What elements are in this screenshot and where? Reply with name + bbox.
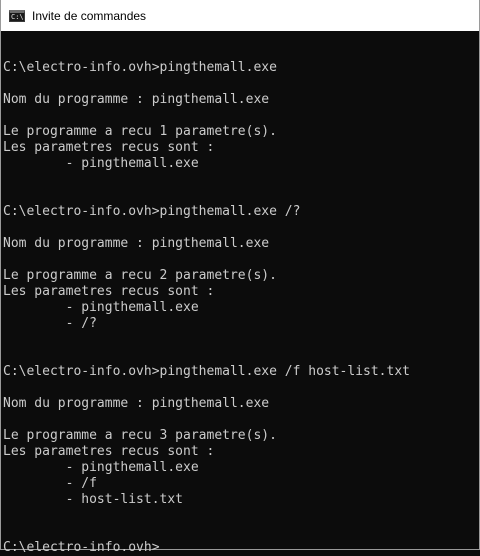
window-title: Invite de commandes — [32, 8, 147, 23]
console-line: Les parametres recus sont : — [3, 140, 215, 155]
title-bar[interactable]: C:\ Invite de commandes — [1, 0, 479, 31]
console-line: C:\electro-info.ovh>pingthemall.exe /f h… — [3, 364, 410, 379]
console-line: C:\electro-info.ovh> — [3, 540, 160, 555]
console-line: Le programme a recu 3 parametre(s). — [3, 428, 277, 443]
cmd-icon: C:\ — [9, 9, 25, 22]
console-line: Nom du programme : pingthemall.exe — [3, 92, 270, 107]
console-line: - pingthemall.exe — [3, 300, 199, 315]
console-output[interactable]: C:\electro-info.ovh>pingthemall.exe Nom d… — [3, 44, 479, 556]
console-line: C:\electro-info.ovh>pingthemall.exe — [3, 60, 277, 75]
console-line: - /? — [3, 316, 97, 331]
console-line: - /f — [3, 476, 97, 491]
console-line: - pingthemall.exe — [3, 156, 199, 171]
console-line: Nom du programme : pingthemall.exe — [3, 396, 270, 411]
console-line: - pingthemall.exe — [3, 460, 199, 475]
console-line: C:\electro-info.ovh>pingthemall.exe /? — [3, 204, 301, 219]
command-prompt-window: C:\ Invite de commandes C:\electro-info.… — [0, 0, 480, 555]
console-line: Les parametres recus sont : — [3, 444, 215, 459]
console-line: Nom du programme : pingthemall.exe — [3, 236, 270, 251]
console-line: Le programme a recu 2 parametre(s). — [3, 268, 277, 283]
console-line: Le programme a recu 1 parametre(s). — [3, 124, 277, 139]
console-line: - host-list.txt — [3, 492, 184, 507]
console-line: Les parametres recus sont : — [3, 284, 215, 299]
